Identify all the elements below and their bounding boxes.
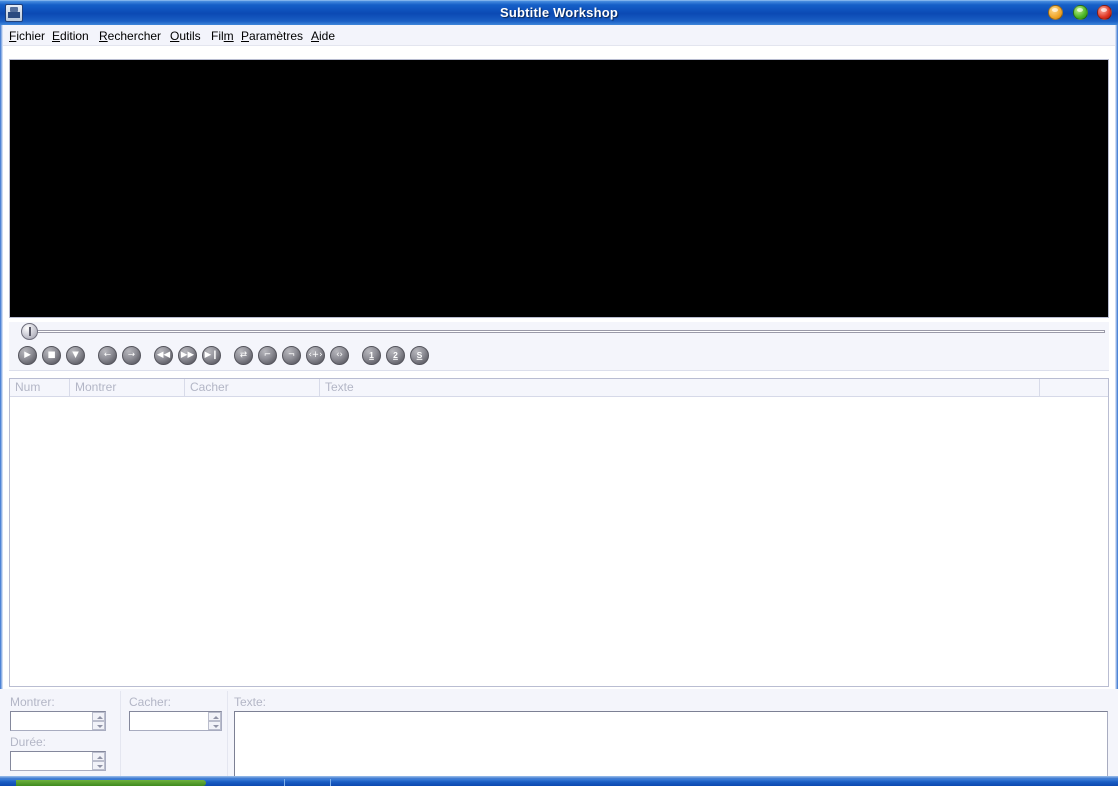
editor-divider-2 <box>227 691 228 777</box>
set-show-time-button[interactable]: ⌐ <box>258 346 277 365</box>
column-header-texte[interactable]: Texte <box>320 379 1040 396</box>
taskbar[interactable] <box>0 779 1118 786</box>
video-display[interactable] <box>10 60 1108 317</box>
mark-down-button[interactable]: ▼ <box>66 346 85 365</box>
application-window: Subtitle Workshop Fichier Edition Recher… <box>0 0 1118 786</box>
duration-label: Durée: <box>10 735 47 749</box>
bracket-end-icon: ¬ <box>287 350 296 360</box>
column-header-num[interactable]: Num <box>10 379 70 396</box>
duration-spinner[interactable] <box>92 752 105 770</box>
editor-divider-1 <box>120 691 121 777</box>
duration-spinner-up[interactable] <box>92 752 105 761</box>
step-forward-button[interactable]: ▶❙ <box>202 346 221 365</box>
subtitle-list-body[interactable] <box>10 397 1108 686</box>
close-button[interactable] <box>1097 5 1112 20</box>
set-start-end-button[interactable]: ‹› <box>330 346 349 365</box>
duration-input[interactable] <box>10 751 106 771</box>
fast-forward-icon: ▶▶ <box>180 350 195 360</box>
taskbar-separator-1 <box>284 779 285 786</box>
arrow-left-icon: ← <box>103 350 112 360</box>
arrow-right-icon: → <box>127 350 136 360</box>
sync-point-2-button[interactable]: 2 <box>386 346 405 365</box>
letter-s-icon: S <box>416 350 423 360</box>
playback-toolbar: ▶ ■ ▼ ← → ◀◀ ▶▶ ▶❙ ⇄ ⌐ ¬ ‹+› ‹› 1 2 S <box>9 340 1109 371</box>
menu-item-edition[interactable]: Edition <box>49 28 92 44</box>
window-title: Subtitle Workshop <box>500 5 618 20</box>
sync-point-1-button[interactable]: 1 <box>362 346 381 365</box>
play-button[interactable]: ▶ <box>18 346 37 365</box>
next-subtitle-button[interactable]: → <box>122 346 141 365</box>
duration-spinner-down[interactable] <box>92 761 105 770</box>
column-header-montrer[interactable]: Montrer <box>70 379 185 396</box>
subtitle-list[interactable]: Num Montrer Cacher Texte <box>9 378 1109 687</box>
menu-item-film[interactable]: Film <box>208 28 237 44</box>
show-time-label: Montrer: <box>10 695 55 709</box>
number-two-icon: 2 <box>393 350 398 360</box>
menu-item-aide[interactable]: Aide <box>308 28 338 44</box>
menu-bar: Fichier Edition Rechercher Outils Film P… <box>0 25 1118 46</box>
menu-item-fichier[interactable]: Fichier <box>6 28 48 44</box>
menu-item-outils[interactable]: Outils <box>167 28 204 44</box>
menu-item-parametres[interactable]: Paramètres <box>238 28 306 44</box>
forward-button[interactable]: ▶▶ <box>178 346 197 365</box>
move-subtitle-button[interactable]: ‹+› <box>306 346 325 365</box>
chevrons-icon: ‹› <box>336 350 343 360</box>
stop-button[interactable]: ■ <box>42 346 61 365</box>
show-time-input[interactable] <box>10 711 106 731</box>
menu-item-rechercher[interactable]: Rechercher <box>96 28 164 44</box>
hide-time-label: Cacher: <box>129 695 172 709</box>
rewind-button[interactable]: ◀◀ <box>154 346 173 365</box>
seek-thumb[interactable] <box>21 323 38 340</box>
stop-icon: ■ <box>47 350 56 360</box>
show-time-spinner-up[interactable] <box>92 712 105 721</box>
title-bar[interactable]: Subtitle Workshop <box>0 0 1118 25</box>
text-label: Texte: <box>234 695 267 709</box>
column-header-extra[interactable] <box>1040 379 1108 396</box>
minimize-button[interactable] <box>1048 5 1064 20</box>
seek-track[interactable] <box>31 330 1105 333</box>
hide-time-spinner[interactable] <box>208 712 221 730</box>
rewind-icon: ◀◀ <box>156 350 171 360</box>
sync-subtitles-button[interactable]: S <box>410 346 429 365</box>
window-left-border <box>0 25 3 776</box>
video-preview-panel[interactable] <box>9 59 1109 318</box>
set-hide-time-button[interactable]: ¬ <box>282 346 301 365</box>
show-time-spinner-down[interactable] <box>92 721 105 730</box>
hide-time-spinner-up[interactable] <box>208 712 221 721</box>
start-button[interactable] <box>16 780 206 786</box>
maximize-button[interactable] <box>1072 5 1088 20</box>
move-plus-icon: ‹+› <box>308 350 323 360</box>
hide-time-input[interactable] <box>129 711 222 731</box>
double-arrow-icon: ⇄ <box>239 350 248 360</box>
triangle-down-icon: ▼ <box>72 350 79 360</box>
subtitle-text-input[interactable] <box>234 711 1108 777</box>
subtitle-editor-panel: Montrer: Durée: Cacher: Texte: <box>0 689 1118 779</box>
previous-subtitle-button[interactable]: ← <box>98 346 117 365</box>
show-time-spinner[interactable] <box>92 712 105 730</box>
taskbar-separator-2 <box>330 779 331 786</box>
hide-time-spinner-down[interactable] <box>208 721 221 730</box>
number-one-icon: 1 <box>369 350 374 360</box>
seek-bar[interactable] <box>9 322 1109 340</box>
play-icon: ▶ <box>24 350 31 360</box>
window-controls <box>1042 5 1112 22</box>
subtitle-list-header: Num Montrer Cacher Texte <box>10 379 1108 397</box>
bracket-start-icon: ⌐ <box>263 350 272 360</box>
step-forward-icon: ▶❙ <box>204 350 219 360</box>
column-header-cacher[interactable]: Cacher <box>185 379 320 396</box>
set-duration-button[interactable]: ⇄ <box>234 346 253 365</box>
